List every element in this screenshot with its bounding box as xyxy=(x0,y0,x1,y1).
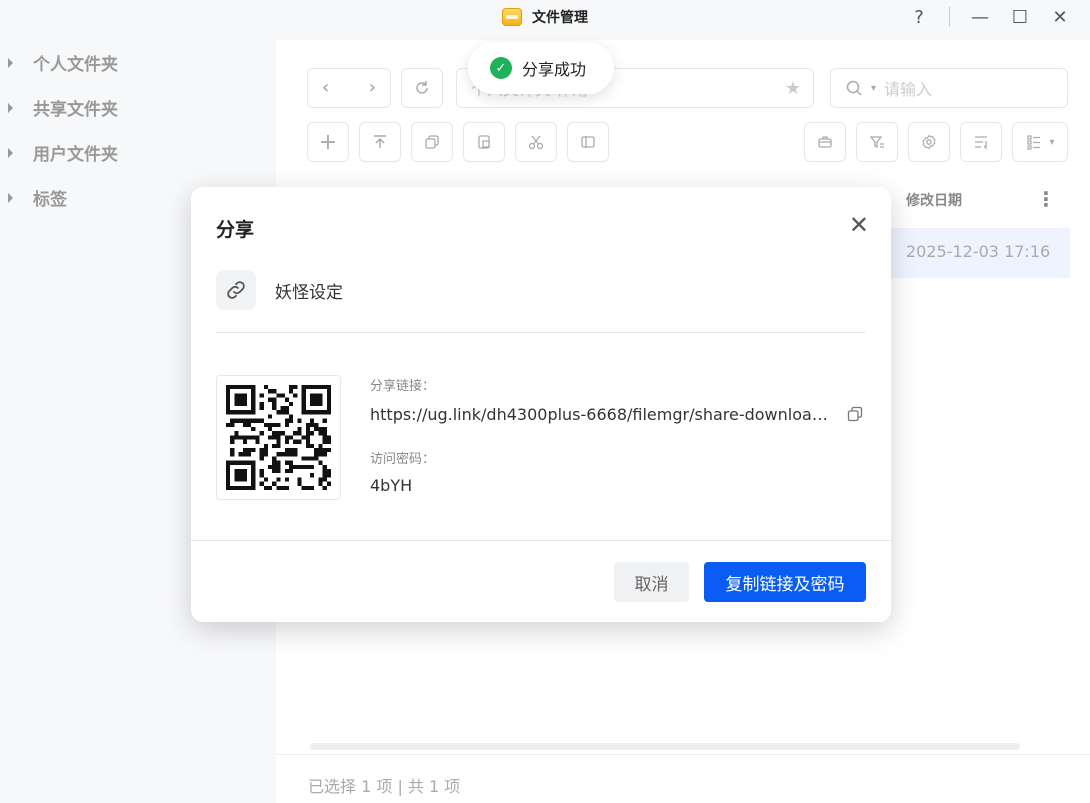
close-icon[interactable]: ✕ xyxy=(849,213,869,237)
dialog-footer-divider xyxy=(191,540,891,541)
link-icon xyxy=(216,270,256,310)
success-toast: ✓ 分享成功 xyxy=(468,42,614,94)
check-circle-icon: ✓ xyxy=(490,57,512,79)
qr-code xyxy=(216,375,341,500)
share-link-value[interactable]: https://ug.link/dh4300plus-6668/filemgr/… xyxy=(370,405,836,424)
shared-file-name: 妖怪设定 xyxy=(275,282,343,303)
password-value[interactable]: 4bYH xyxy=(370,476,412,495)
share-link-label: 分享链接： xyxy=(370,379,436,394)
dialog-divider xyxy=(216,332,866,333)
shared-file-row: 妖怪设定 xyxy=(216,270,343,310)
password-label: 访问密码： xyxy=(370,452,436,467)
share-dialog: 分享 ✕ 妖怪设定 分享链接： https://ug.link/dh4300pl… xyxy=(191,187,891,622)
copy-link-and-password-button[interactable]: 复制链接及密码 xyxy=(704,562,866,602)
file-manager-app: 文件管理 ? — ☐ ✕ 个人文件夹 共享文件夹 用户文件夹 标签 ‹ › ★ … xyxy=(0,0,1090,803)
qr-code-image xyxy=(226,385,331,490)
toast-message: 分享成功 xyxy=(522,60,587,79)
copy-link-icon[interactable] xyxy=(846,405,864,427)
dialog-title: 分享 xyxy=(216,219,255,241)
cancel-button[interactable]: 取消 xyxy=(614,562,689,602)
